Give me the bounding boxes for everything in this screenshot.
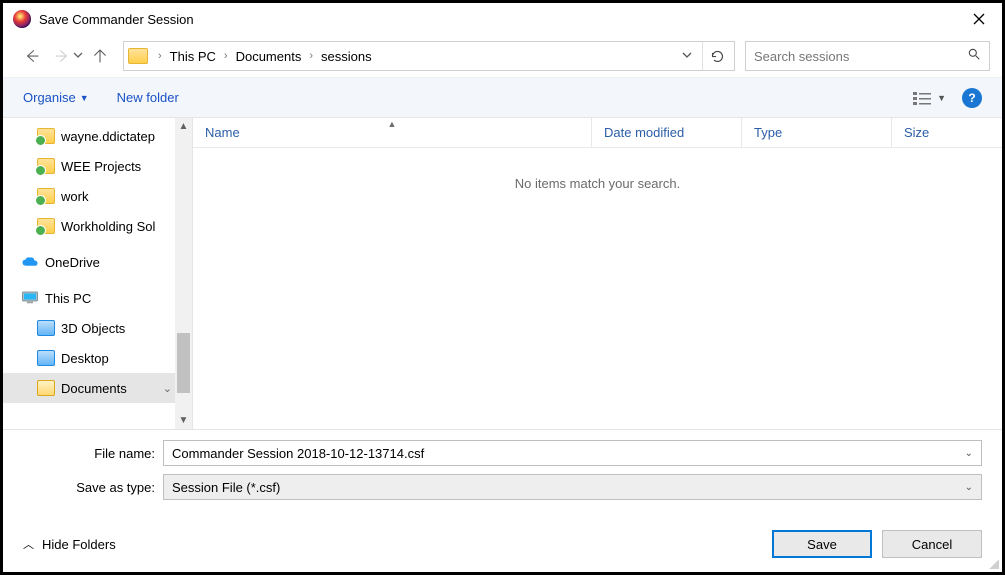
tree-item-label: wayne.ddictatep (61, 129, 155, 144)
column-date[interactable]: Date modified (592, 118, 742, 147)
address-bar[interactable]: › This PC › Documents › sessions (123, 41, 735, 71)
organise-label: Organise (23, 90, 76, 105)
tree-item[interactable]: WEE Projects (3, 151, 192, 181)
column-label: Name (205, 125, 240, 140)
breadcrumb-item[interactable]: Documents (234, 47, 304, 66)
close-icon (973, 13, 985, 25)
folder-icon (128, 48, 148, 64)
column-label: Size (904, 125, 929, 140)
scroll-up-button[interactable]: ▲ (175, 118, 192, 135)
tree-item-label: 3D Objects (61, 321, 125, 336)
new-folder-button[interactable]: New folder (117, 90, 179, 105)
tree-item-label: work (61, 189, 88, 204)
chevron-down-icon[interactable]: ⌄ (163, 382, 172, 395)
chevron-up-icon: ︿ (23, 536, 34, 552)
folder-sync-icon (37, 128, 55, 144)
sidebar-scrollbar[interactable]: ▲ ▼ (175, 118, 192, 429)
tree-item-label: WEE Projects (61, 159, 141, 174)
column-headers: ▲ Name Date modified Type Size (193, 118, 1002, 148)
organise-button[interactable]: Organise ▼ (23, 90, 89, 105)
address-history-button[interactable] (674, 50, 700, 63)
empty-list-message: No items match your search. (193, 176, 1002, 191)
hide-folders-label: Hide Folders (42, 537, 116, 552)
arrow-up-icon (91, 47, 109, 65)
cancel-label: Cancel (912, 537, 952, 552)
filetype-label: Save as type: (23, 480, 163, 495)
chevron-down-icon[interactable]: ⌄ (965, 482, 973, 493)
tree-item-label: OneDrive (45, 255, 100, 270)
nav-forward-button[interactable] (49, 43, 75, 69)
breadcrumb-item[interactable]: sessions (319, 47, 374, 66)
arrow-left-icon (23, 47, 41, 65)
save-label: Save (807, 537, 837, 552)
onedrive-icon (21, 254, 39, 270)
column-label: Type (754, 125, 782, 140)
pc-icon (21, 290, 39, 306)
tree-item-label: Workholding Sol (61, 219, 155, 234)
folder-icon (37, 350, 55, 366)
tree-item[interactable]: 3D Objects (3, 313, 192, 343)
breadcrumb-item[interactable]: This PC (168, 47, 218, 66)
tree-item-label: This PC (45, 291, 91, 306)
tree-item[interactable]: wayne.ddictatep (3, 121, 192, 151)
recent-locations-button[interactable] (73, 50, 83, 63)
breadcrumb-sep: › (303, 50, 319, 62)
view-icon (913, 91, 933, 105)
refresh-icon (710, 49, 725, 64)
column-size[interactable]: Size (892, 118, 1002, 147)
chevron-down-icon (682, 50, 692, 60)
window-title: Save Commander Session (39, 12, 956, 27)
nav-back-button[interactable] (19, 43, 45, 69)
chevron-down-icon: ▼ (80, 93, 89, 103)
arrow-right-icon (53, 47, 71, 65)
tree-item[interactable]: work (3, 181, 192, 211)
refresh-button[interactable] (702, 42, 732, 70)
tree-item-label: Documents (61, 381, 127, 396)
cancel-button[interactable]: Cancel (882, 530, 982, 558)
folder-sync-icon (37, 218, 55, 234)
tree-item[interactable]: Desktop (3, 343, 192, 373)
folder-sync-icon (37, 188, 55, 204)
chevron-down-icon: ▼ (937, 93, 946, 103)
filetype-value: Session File (*.csf) (172, 480, 280, 495)
chevron-down-icon (73, 50, 83, 60)
filename-label: File name: (23, 446, 163, 461)
tree-item-label: Desktop (61, 351, 109, 366)
help-button[interactable]: ? (962, 88, 982, 108)
column-type[interactable]: Type (742, 118, 892, 147)
new-folder-label: New folder (117, 90, 179, 105)
tree-item-thispc[interactable]: This PC (3, 283, 192, 313)
scroll-down-button[interactable]: ▼ (175, 412, 192, 429)
breadcrumb-sep: › (152, 50, 168, 62)
search-placeholder: Search sessions (754, 49, 849, 64)
view-options-button[interactable]: ▼ (913, 91, 946, 105)
column-name[interactable]: ▲ Name (193, 118, 592, 147)
sort-asc-icon: ▲ (388, 119, 397, 129)
resize-grip[interactable] (987, 557, 999, 569)
tree-item[interactable]: Workholding Sol (3, 211, 192, 241)
folder-sync-icon (37, 158, 55, 174)
nav-up-button[interactable] (87, 43, 113, 69)
documents-icon (37, 380, 55, 396)
scroll-thumb[interactable] (177, 333, 190, 393)
tree-item-documents[interactable]: Documents ⌄ (3, 373, 192, 403)
filename-value: Commander Session 2018-10-12-13714.csf (172, 446, 424, 461)
chevron-down-icon[interactable]: ⌄ (965, 448, 973, 459)
sidebar: wayne.ddictatep WEE Projects work Workho… (3, 118, 193, 429)
hide-folders-button[interactable]: ︿ Hide Folders (23, 536, 116, 552)
breadcrumb-sep: › (218, 50, 234, 62)
folder-icon (37, 320, 55, 336)
search-icon (967, 47, 981, 65)
close-button[interactable] (956, 3, 1002, 35)
tree-item-onedrive[interactable]: OneDrive (3, 247, 192, 277)
app-icon (13, 10, 31, 28)
column-label: Date modified (604, 125, 684, 140)
filetype-select[interactable]: Session File (*.csf) ⌄ (163, 474, 982, 500)
save-button[interactable]: Save (772, 530, 872, 558)
filename-input[interactable]: Commander Session 2018-10-12-13714.csf ⌄ (163, 440, 982, 466)
search-input[interactable]: Search sessions (745, 41, 990, 71)
